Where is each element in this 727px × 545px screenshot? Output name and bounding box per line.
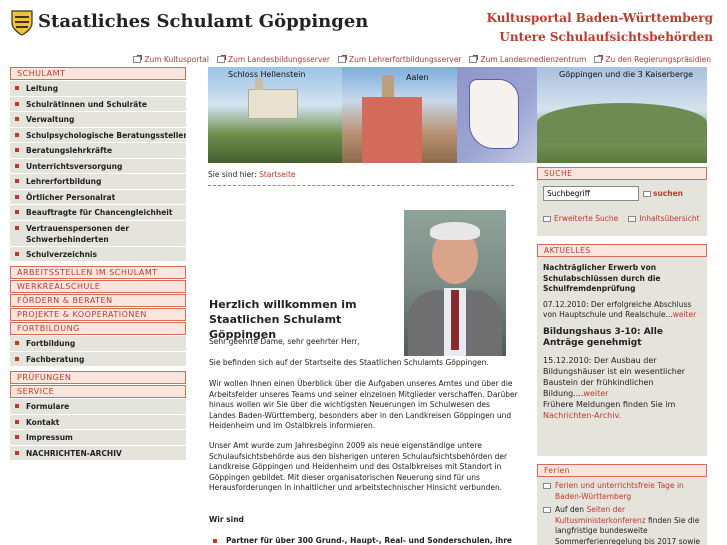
portal-title[interactable]: Kultusportal Baden-Württemberg (487, 11, 713, 25)
hills-image (537, 103, 707, 143)
welcome-heading: Herzlich willkommen im Staatlichen Schul… (209, 298, 357, 341)
link-landesmedienzentrum[interactable]: Zum Landesmedienzentrum (469, 52, 586, 66)
nav-item-schulraete[interactable]: Schulrätinnen und Schulräte (10, 96, 186, 112)
nav-item-vertrauenspersonen[interactable]: Vertrauenspersonen der Schwerbehinderten (10, 220, 186, 247)
divider (208, 185, 514, 186)
castle-image (248, 78, 298, 119)
wir-sind-label: Wir sind (209, 515, 244, 524)
nav-section-fortbildung[interactable]: FORTBILDUNG (10, 322, 186, 335)
nav-item-unterrichtsversorgung[interactable]: Unterrichtsversorgung (10, 158, 186, 174)
search-button[interactable]: suchen (643, 189, 683, 198)
overview-paragraph: Wir wollen Ihnen einen Überblick über di… (209, 379, 518, 430)
nav-section-schulamt[interactable]: SCHULAMT (10, 67, 186, 80)
external-link-icon (469, 54, 479, 63)
link-lehrerfortbildungsserver[interactable]: Zum Lehrerfortbildungsserver (337, 52, 461, 66)
banner-photo-schloss-hellenstein: Schloss Hellenstein (208, 67, 342, 163)
banner-photo-kaiserberge: Göppingen und die 3 Kaiserberge (537, 67, 707, 163)
news-title[interactable]: Nachträglicher Erwerb von Schulabschlüss… (543, 263, 701, 295)
right-sidebar: SUCHE suchen Erweiterte Suche Inhaltsübe… (537, 167, 707, 545)
nav-section-projekte[interactable]: PROJEKTE & KOOPERATIONEN (10, 308, 186, 321)
breadcrumb-link-startseite[interactable]: Startseite (259, 170, 295, 179)
nav-section-werkrealschule[interactable]: WERKREALSCHULE (10, 280, 186, 293)
greeting-text: Sehr geehrte Dame, sehr geehrter Herr, (209, 337, 360, 346)
nav-item-leitung[interactable]: Leitung (10, 81, 186, 97)
main-content: Sie sind hier: Startseite (208, 170, 518, 186)
nav-item-impressum[interactable]: Impressum (10, 430, 186, 446)
arrow-right-icon (543, 483, 551, 489)
search-input[interactable] (543, 186, 639, 201)
search-box: suchen Erweiterte Suche Inhaltsübersicht (537, 180, 707, 236)
intro-paragraph: Sie befinden sich auf der Startseite des… (209, 358, 489, 367)
portal-subtitle: Untere Schulaufsichtsbehörden (499, 30, 713, 44)
page-header: Staatliches Schulamt Göppingen Kultuspor… (0, 0, 727, 50)
nav-item-kontakt[interactable]: Kontakt (10, 414, 186, 430)
news-text: 07.12.2010: Der erfolgreiche Abschluss v… (543, 299, 697, 320)
nav-item-personalrat[interactable]: Örtlicher Personalrat (10, 189, 186, 205)
nav-item-formulare[interactable]: Formulare (10, 399, 186, 415)
holidays-link[interactable]: Ferien und unterrichtsfreie Tage in Bade… (543, 481, 701, 502)
news-box-header: AKTUELLES (537, 244, 707, 257)
news-more-link[interactable]: weiter (673, 310, 696, 319)
nav-section-pruefungen[interactable]: PRÜFUNGEN (10, 371, 186, 384)
banner-label: Göppingen und die 3 Kaiserberge (559, 70, 694, 79)
link-regierungspraesidien[interactable]: Zu den Regierungspräsidien (594, 52, 711, 66)
nav-item-fachberatung[interactable]: Fachberatung (10, 351, 186, 367)
news-title[interactable]: Bildungshaus 3-10: Alle Anträge genehmig… (543, 327, 701, 349)
history-paragraph: Unser Amt wurde zum Jahresbeginn 2009 al… (209, 441, 508, 492)
left-navigation: SCHULAMT Leitung Schulrätinnen und Schul… (10, 67, 186, 461)
holidays-box-header: Ferien (537, 464, 707, 477)
arrow-right-icon (543, 215, 551, 222)
breadcrumb: Sie sind hier: Startseite (208, 170, 296, 179)
link-landesbildungsserver[interactable]: Zum Landesbildungsserver (216, 52, 330, 66)
link-kultusportal[interactable]: Zum Kultusportal (133, 52, 209, 66)
news-archive-link[interactable]: Nachrichten-Archiv. (543, 411, 621, 420)
nav-item-lehrerfortbildung[interactable]: Lehrerfortbildung (10, 174, 186, 190)
portrait-photo (404, 210, 506, 356)
external-link-icon (594, 54, 604, 63)
nav-section-foerdern[interactable]: FÖRDERN & BERATEN (10, 294, 186, 307)
region-map-image (469, 79, 519, 149)
nav-section-arbeitsstellen[interactable]: ARBEITSSTELLEN IM SCHULAMT (10, 266, 186, 279)
external-link-icon (133, 54, 143, 63)
site-index-link[interactable]: Inhaltsübersicht (628, 214, 700, 223)
news-text: 15.12.2010: Der Ausbau der Bildungshäuse… (543, 355, 686, 420)
header-banner: Schloss Hellenstein Aalen Göppingen und … (208, 67, 707, 163)
news-box: Nachträglicher Erwerb von Schulabschlüss… (537, 257, 707, 456)
nav-item-verwaltung[interactable]: Verwaltung (10, 112, 186, 128)
nav-item-fortbildung[interactable]: Fortbildung (10, 336, 186, 352)
list-item: Partner für über 300 Grund-, Haupt-, Rea… (212, 536, 512, 545)
holidays-box: Ferien und unterrichtsfreie Tage in Bade… (537, 477, 707, 545)
banner-map (457, 67, 537, 163)
external-links-bar: Zum Kultusportal Zum Landesbildungsserve… (0, 52, 727, 66)
search-box-header: SUCHE (537, 167, 707, 180)
banner-label: Aalen (406, 73, 429, 82)
site-title[interactable]: Staatliches Schulamt Göppingen (38, 11, 368, 32)
nav-item-schulverzeichnis[interactable]: Schulverzeichnis (10, 246, 186, 262)
news-more-link[interactable]: weiter (583, 389, 608, 398)
banner-photo-aalen: Aalen (342, 67, 457, 163)
advanced-search-link[interactable]: Erweiterte Suche (543, 214, 618, 223)
external-link-icon (337, 54, 347, 63)
arrow-right-icon (643, 190, 651, 197)
nav-item-schulpsychologie[interactable]: Schulpsychologische Beratungsstellen (10, 127, 186, 143)
nav-item-nachrichten-archiv[interactable]: NACHRICHTEN-ARCHIV (10, 445, 186, 461)
coat-of-arms-icon (11, 10, 33, 36)
arrow-right-icon (543, 507, 551, 513)
arrow-right-icon (628, 215, 637, 222)
banner-label: Schloss Hellenstein (228, 70, 306, 79)
nav-item-beratungslehrkraefte[interactable]: Beratungslehrkräfte (10, 143, 186, 159)
nav-item-chancengleichheit[interactable]: Beauftragte für Chancengleichheit (10, 205, 186, 221)
external-link-icon (216, 54, 226, 63)
townhall-image (362, 75, 422, 163)
holidays-info: Auf den Seiten der Kultusministerkonfere… (543, 505, 701, 545)
nav-section-service[interactable]: SERVICE (10, 385, 186, 398)
